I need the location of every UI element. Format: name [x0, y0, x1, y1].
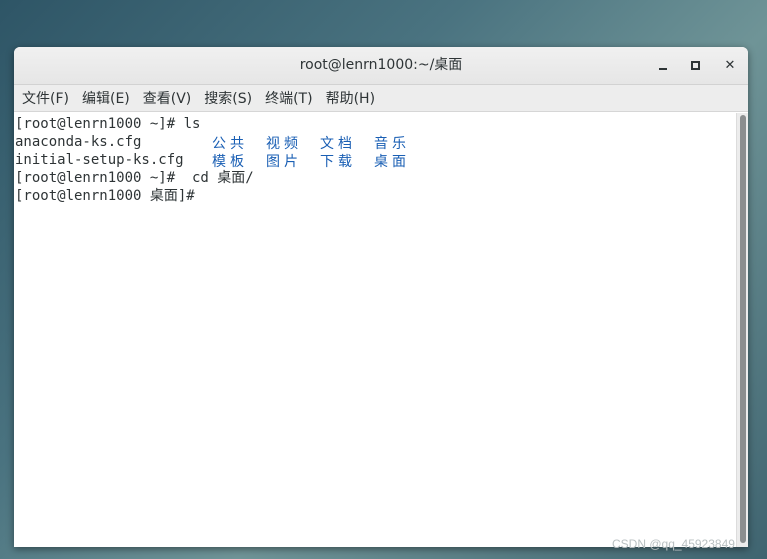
maximize-icon: [691, 61, 700, 70]
dir-entry: 下载: [320, 154, 356, 170]
scrollbar[interactable]: [736, 113, 748, 547]
close-button[interactable]: ✕: [720, 56, 740, 76]
menu-file[interactable]: 文件(F): [17, 88, 74, 108]
terminal-line: [root@lenrn1000 ~]# ls: [15, 116, 201, 132]
dir-entry: 视频: [266, 136, 302, 152]
dir-entry: 桌面: [374, 154, 410, 170]
menu-search[interactable]: 搜索(S): [199, 88, 257, 108]
terminal-line: [root@lenrn1000 ~]# cd 桌面/: [15, 170, 254, 186]
dir-entry: 公共: [212, 136, 248, 152]
menu-terminal[interactable]: 终端(T): [260, 88, 317, 108]
terminal-line: initial-setup-ks.cfg: [15, 152, 184, 168]
dir-entry: 模板: [212, 154, 248, 170]
dir-entry: 图片: [266, 154, 302, 170]
title-bar[interactable]: root@lenrn1000:~/桌面 ✕: [14, 47, 748, 85]
menu-bar: 文件(F) 编辑(E) 查看(V) 搜索(S) 终端(T) 帮助(H): [14, 85, 748, 112]
dir-entry: 文档: [320, 136, 356, 152]
terminal-line: anaconda-ks.cfg: [15, 134, 142, 150]
scrollbar-thumb[interactable]: [740, 115, 746, 543]
terminal-output[interactable]: [root@lenrn1000 ~]# ls anaconda-ks.cfg i…: [14, 113, 736, 547]
maximize-button[interactable]: [686, 56, 706, 76]
watermark: CSDN @qq_45923849: [612, 537, 735, 551]
close-icon: ✕: [724, 58, 736, 73]
window-title: root@lenrn1000:~/桌面: [299, 57, 463, 73]
terminal-window: root@lenrn1000:~/桌面 ✕ 文件(F) 编辑(E) 查看(V) …: [14, 47, 748, 547]
minimize-icon: [659, 68, 667, 70]
menu-edit[interactable]: 编辑(E): [77, 88, 135, 108]
menu-view[interactable]: 查看(V): [138, 88, 197, 108]
menu-help[interactable]: 帮助(H): [321, 88, 380, 108]
dir-entry: 音乐: [374, 136, 410, 152]
terminal-line: [root@lenrn1000 桌面]#: [15, 188, 195, 204]
minimize-button[interactable]: [653, 56, 673, 76]
